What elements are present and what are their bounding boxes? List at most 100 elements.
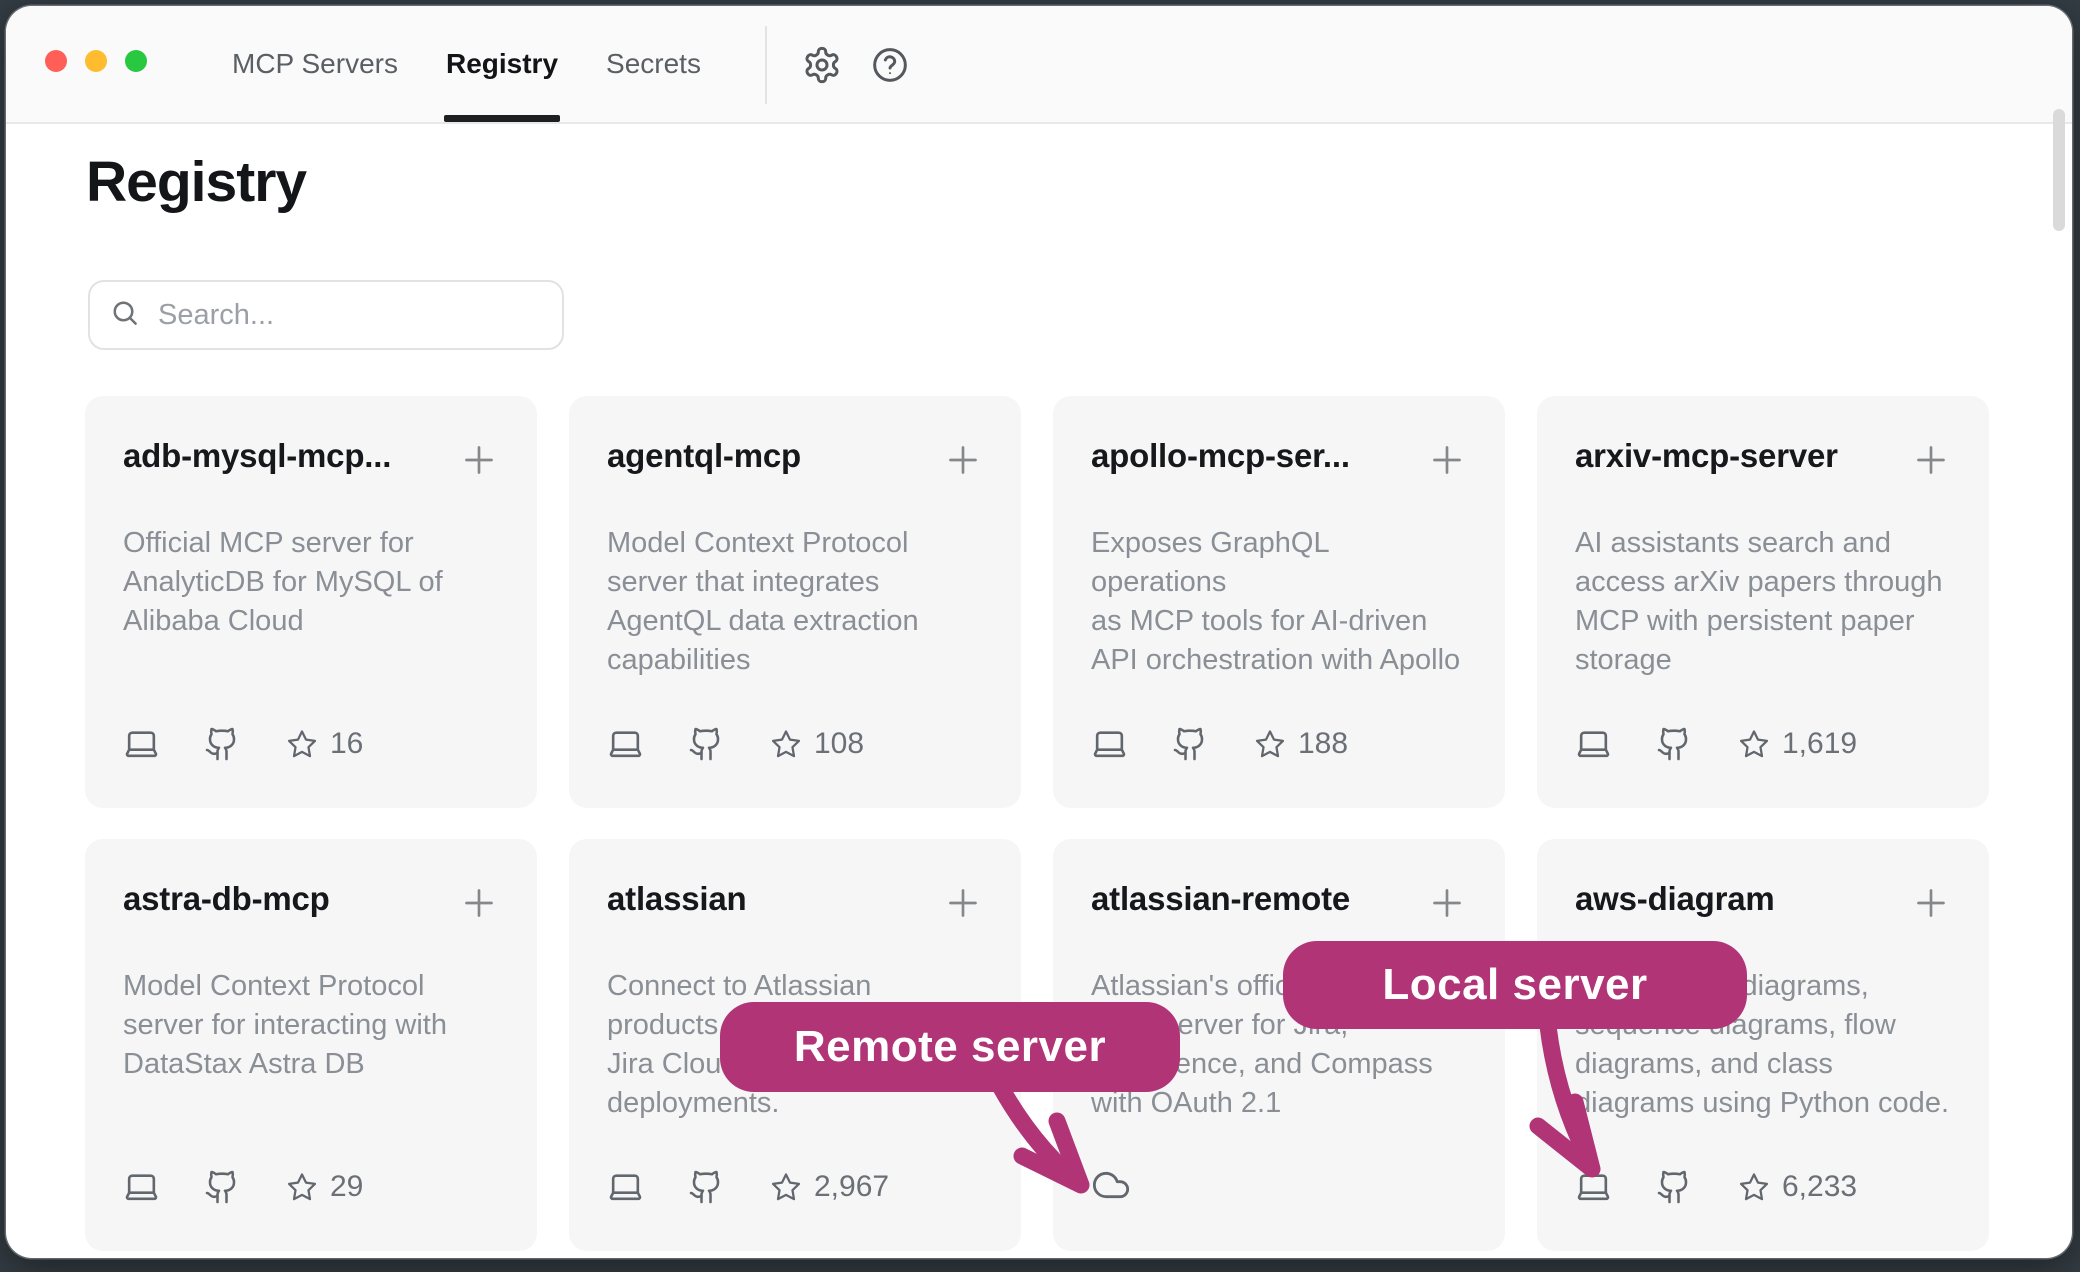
local-server-callout: Local server (1283, 941, 1747, 1029)
star-icon (1738, 1171, 1770, 1203)
server-description: Official MCP server forAnalyticDB for My… (123, 524, 499, 641)
settings-button[interactable] (802, 45, 842, 85)
description-line: as MCP tools for AI-driven (1091, 602, 1467, 641)
laptop-icon (1575, 725, 1612, 762)
zoom-window-button[interactable] (125, 50, 147, 72)
card-footer-remote (1091, 1165, 1131, 1205)
star-count: 108 (814, 727, 864, 761)
star-count: 6,233 (1782, 1170, 1857, 1204)
minimize-window-button[interactable] (85, 50, 107, 72)
card-header: apollo-mcp-ser... (1091, 438, 1467, 480)
scrollbar-thumb[interactable] (2053, 109, 2065, 231)
add-server-button[interactable] (459, 440, 499, 480)
server-card-apollo-mcp-ser[interactable]: apollo-mcp-ser... Exposes GraphQL operat… (1053, 396, 1505, 808)
server-grid: adb-mysql-mcp... Official MCP server for… (85, 396, 1989, 1251)
laptop-icon (1575, 1168, 1612, 1205)
description-line: AgentQL data extraction (607, 602, 983, 641)
description-line: MCP with persistent paper (1575, 602, 1951, 641)
description-line: storage (1575, 641, 1951, 680)
server-card-aws-diagram[interactable]: aws-diagram Create AWS diagrams,sequence… (1537, 839, 1989, 1251)
laptop-icon (123, 725, 160, 762)
card-header: agentql-mcp (607, 438, 983, 480)
card-header: aws-diagram (1575, 881, 1951, 923)
github-icon[interactable] (688, 726, 724, 762)
github-icon[interactable] (1656, 1169, 1692, 1205)
star-icon (1738, 728, 1770, 760)
description-line: server for interacting with (123, 1006, 499, 1045)
description-line: AI assistants search and (1575, 524, 1951, 563)
search-input[interactable] (156, 298, 542, 333)
plus-icon (459, 883, 499, 923)
tab-secrets[interactable]: Secrets (606, 6, 701, 122)
star-count: 2,967 (814, 1170, 889, 1204)
plus-icon (1427, 883, 1467, 923)
server-description: Model Context Protocolserver for interac… (123, 967, 499, 1084)
github-icon[interactable] (1172, 726, 1208, 762)
description-line: AnalyticDB for MySQL of (123, 563, 499, 602)
server-name: aws-diagram (1575, 881, 1775, 917)
description-line: API orchestration with Apollo (1091, 641, 1467, 680)
card-header: astra-db-mcp (123, 881, 499, 923)
add-server-button[interactable] (1911, 440, 1951, 480)
card-footer: 1,619 (1575, 725, 1857, 762)
github-icon[interactable] (688, 1169, 724, 1205)
server-name: adb-mysql-mcp... (123, 438, 391, 474)
add-server-button[interactable] (943, 883, 983, 923)
server-card-arxiv-mcp-server[interactable]: arxiv-mcp-server AI assistants search an… (1537, 396, 1989, 808)
laptop-icon (607, 1168, 644, 1205)
laptop-icon (1091, 725, 1128, 762)
github-icon[interactable] (1656, 726, 1692, 762)
toolbar-divider (765, 26, 767, 104)
server-name: apollo-mcp-ser... (1091, 438, 1350, 474)
plus-icon (943, 883, 983, 923)
server-card-adb-mysql-mcp[interactable]: adb-mysql-mcp... Official MCP server for… (85, 396, 537, 808)
plus-icon (1911, 440, 1951, 480)
add-server-button[interactable] (1427, 440, 1467, 480)
add-server-button[interactable] (459, 883, 499, 923)
plus-icon (1427, 440, 1467, 480)
card-header: adb-mysql-mcp... (123, 438, 499, 480)
card-header: arxiv-mcp-server (1575, 438, 1951, 480)
magnifier-icon (110, 298, 140, 333)
search-box (88, 280, 564, 350)
description-line: Exposes GraphQL operations (1091, 524, 1467, 602)
card-footer: 188 (1091, 725, 1348, 762)
server-name: atlassian (607, 881, 746, 917)
description-line: diagrams, and class (1575, 1045, 1951, 1084)
plus-icon (1911, 883, 1951, 923)
help-button[interactable] (870, 45, 910, 85)
tab-mcp-servers[interactable]: MCP Servers (232, 6, 398, 122)
description-line: Model Context Protocol (607, 524, 983, 563)
tab-registry[interactable]: Registry (446, 6, 558, 122)
star-icon (1254, 728, 1286, 760)
server-name: atlassian-remote (1091, 881, 1350, 917)
card-header: atlassian-remote (1091, 881, 1467, 923)
add-server-button[interactable] (1427, 883, 1467, 923)
gear-icon (802, 45, 842, 85)
plus-icon (943, 440, 983, 480)
star-icon (286, 1171, 318, 1203)
question-mark-icon (870, 45, 910, 85)
github-icon[interactable] (204, 726, 240, 762)
card-footer: 6,233 (1575, 1168, 1857, 1205)
server-name: arxiv-mcp-server (1575, 438, 1838, 474)
description-line: capabilities (607, 641, 983, 680)
server-name: agentql-mcp (607, 438, 801, 474)
star-icon (770, 728, 802, 760)
server-description: AI assistants search andaccess arXiv pap… (1575, 524, 1951, 680)
star-icon (286, 728, 318, 760)
close-window-button[interactable] (45, 50, 67, 72)
github-icon[interactable] (204, 1169, 240, 1205)
description-line: Alibaba Cloud (123, 602, 499, 641)
laptop-icon (123, 1168, 160, 1205)
traffic-lights (45, 50, 147, 72)
add-server-button[interactable] (943, 440, 983, 480)
description-line: Model Context Protocol (123, 967, 499, 1006)
cloud-icon (1091, 1165, 1131, 1205)
add-server-button[interactable] (1911, 883, 1951, 923)
top-tabs: MCP Servers Registry Secrets (232, 6, 701, 122)
card-header: atlassian (607, 881, 983, 923)
description-line: Official MCP server for (123, 524, 499, 563)
server-card-astra-db-mcp[interactable]: astra-db-mcp Model Context Protocolserve… (85, 839, 537, 1251)
server-card-agentql-mcp[interactable]: agentql-mcp Model Context Protocolserver… (569, 396, 1021, 808)
